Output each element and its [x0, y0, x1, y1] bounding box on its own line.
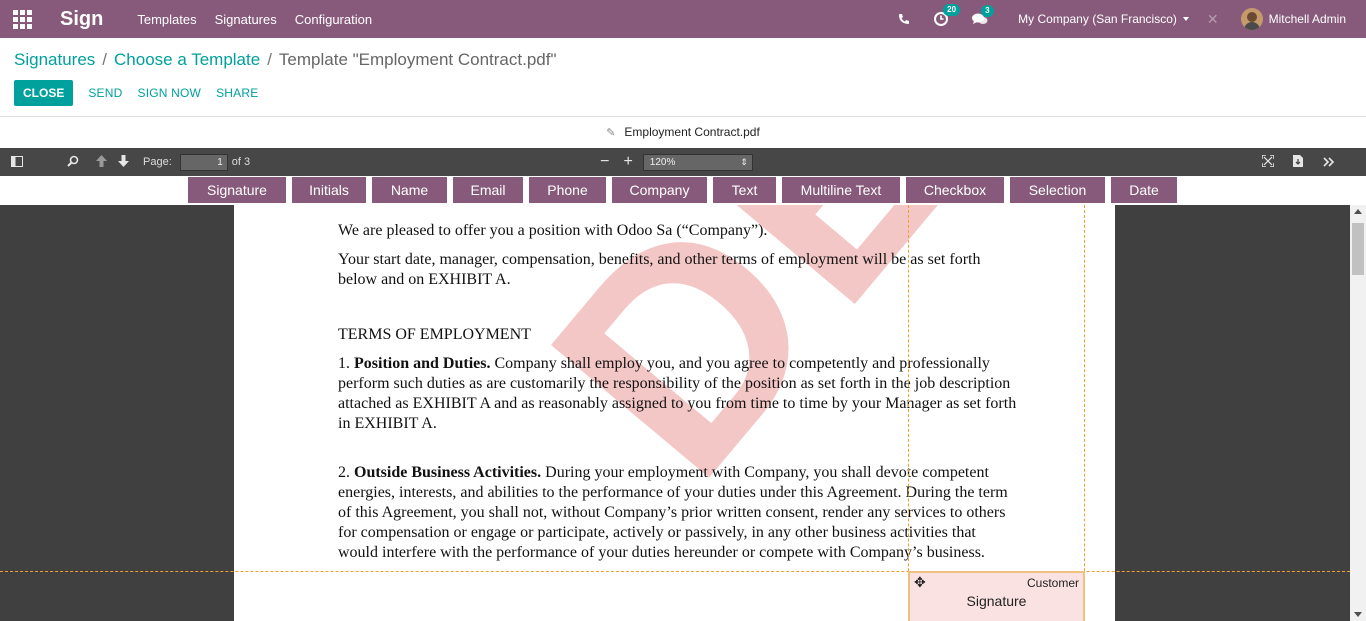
menu-configuration[interactable]: Configuration	[295, 12, 372, 27]
messages-badge: 3	[981, 4, 994, 17]
field-text-button[interactable]: Text	[713, 177, 776, 203]
section-2-title: Outside Business Activities.	[354, 464, 542, 481]
scroll-down-icon[interactable]	[1354, 612, 1362, 617]
field-date-button[interactable]: Date	[1111, 177, 1177, 203]
pencil-icon[interactable]: ✎	[606, 126, 615, 139]
sign-now-button[interactable]: SIGN NOW	[137, 86, 201, 100]
breadcrumb-separator: /	[102, 50, 108, 69]
signature-field-role: Customer	[1026, 576, 1079, 590]
activity-clock-icon[interactable]: 20	[934, 4, 961, 26]
section-1-title: Position and Duties.	[354, 355, 491, 372]
field-initials-button[interactable]: Initials	[292, 177, 366, 203]
breadcrumb-choose-template[interactable]: Choose a Template	[114, 50, 260, 70]
scrollbar[interactable]	[1350, 205, 1366, 621]
paragraph-start-date: Your start date, manager, compensation, …	[338, 251, 981, 288]
search-icon[interactable]	[67, 155, 79, 170]
double-chevron-right-icon[interactable]	[1323, 155, 1335, 170]
field-selection-button[interactable]: Selection	[1010, 177, 1105, 203]
section-1-number: 1.	[338, 355, 354, 372]
field-types-bar: Signature Initials Name Email Phone Comp…	[0, 176, 1366, 205]
field-phone-button[interactable]: Phone	[529, 177, 606, 203]
page-number-input[interactable]: 1	[179, 153, 228, 171]
close-button[interactable]: CLOSE	[14, 80, 74, 106]
signature-field-label: Signature	[966, 593, 1027, 609]
download-icon[interactable]	[1292, 154, 1303, 170]
section-1: 1. Position and Duties. Company shall em…	[338, 354, 1018, 434]
pdf-toolbar: Page: 1 of 3 − + 120%	[0, 148, 1366, 176]
zoom-in-icon[interactable]: +	[623, 153, 632, 171]
action-bar: CLOSE SEND SIGN NOW SHARE	[14, 80, 258, 106]
document-filename-bar: ✎ Employment Contract.pdf	[0, 116, 1366, 148]
company-name: My Company (San Francisco)	[1018, 12, 1177, 26]
field-name-button[interactable]: Name	[372, 177, 447, 203]
breadcrumb-separator: /	[267, 50, 272, 69]
chevron-down-icon	[1182, 17, 1189, 21]
app-brand[interactable]: Sign	[60, 8, 103, 31]
section-2: 2. Outside Business Activities. During y…	[338, 463, 1018, 563]
zoom-select[interactable]: 120%	[642, 153, 753, 171]
alignment-guide-vertical	[908, 205, 909, 621]
phone-icon[interactable]	[898, 13, 910, 25]
scroll-thumb[interactable]	[1352, 223, 1364, 275]
alignment-guide-horizontal	[0, 571, 1350, 572]
arrow-up-icon[interactable]	[96, 154, 107, 170]
field-email-button[interactable]: Email	[453, 177, 523, 203]
user-menu[interactable]: Mitchell Admin	[1240, 8, 1346, 30]
menu-signatures[interactable]: Signatures	[215, 12, 277, 27]
avatar	[1240, 8, 1263, 30]
breadcrumb-current: Template "Employment Contract.pdf"	[278, 50, 557, 69]
breadcrumb-signatures[interactable]: Signatures	[14, 50, 95, 70]
signature-field[interactable]: ✥ Customer Signature	[908, 571, 1085, 621]
field-company-button[interactable]: Company	[612, 177, 707, 203]
section-2-number: 2.	[338, 464, 354, 481]
move-icon[interactable]: ✥	[914, 574, 926, 591]
company-switcher[interactable]: My Company (San Francisco)	[1018, 12, 1189, 26]
close-icon[interactable]: ✕	[1207, 11, 1219, 28]
zoom-out-icon[interactable]: −	[600, 153, 609, 171]
section-heading: TERMS OF EMPLOYMENT	[338, 326, 531, 343]
menu-templates[interactable]: Templates	[137, 12, 196, 27]
paragraph-offer: We are pleased to offer you a position w…	[338, 222, 768, 239]
field-signature-button[interactable]: Signature	[188, 177, 286, 203]
pdf-viewer[interactable]: DEMO We are pleased to offer you a posit…	[0, 205, 1350, 621]
arrow-down-icon[interactable]	[118, 154, 129, 170]
scroll-up-icon[interactable]	[1354, 209, 1362, 214]
user-name: Mitchell Admin	[1268, 12, 1346, 26]
send-button[interactable]: SEND	[88, 86, 122, 100]
document-body: We are pleased to offer you a position w…	[338, 221, 1018, 572]
breadcrumb: Signatures / Choose a Template / Templat…	[14, 50, 557, 70]
field-multiline-text-button[interactable]: Multiline Text	[782, 177, 900, 203]
sidebar-toggle-icon[interactable]	[11, 155, 23, 170]
document-filename[interactable]: Employment Contract.pdf	[624, 125, 759, 139]
alignment-guide-vertical	[1084, 205, 1085, 621]
field-checkbox-button[interactable]: Checkbox	[906, 177, 1004, 203]
page-label: Page:	[143, 156, 172, 168]
pdf-page: DEMO We are pleased to offer you a posit…	[234, 205, 1115, 621]
share-button[interactable]: SHARE	[216, 86, 258, 100]
page-total: of 3	[231, 156, 251, 168]
top-navbar: Sign Templates Signatures Configuration …	[0, 0, 1366, 38]
activity-badge: 20	[943, 4, 961, 16]
fullscreen-icon[interactable]	[1261, 153, 1275, 170]
apps-menu-icon[interactable]	[0, 0, 44, 38]
messages-icon[interactable]: 3	[972, 4, 994, 26]
